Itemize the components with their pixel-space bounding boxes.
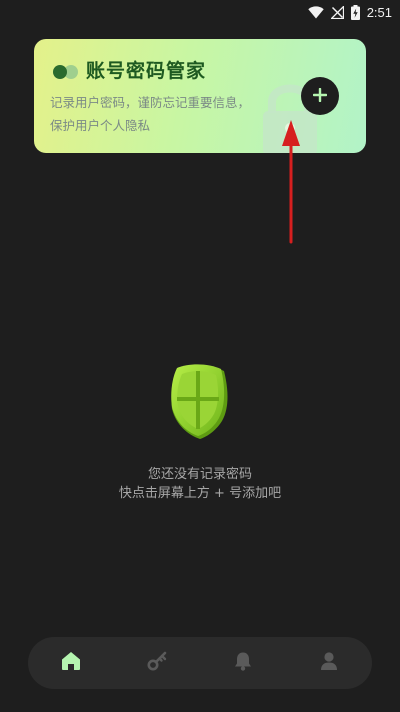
- plus-icon: [312, 87, 328, 105]
- bell-icon: [234, 651, 252, 675]
- header-card: 账号密码管家 记录用户密码，谨防忘记重要信息，保护用户个人隐私: [34, 39, 366, 153]
- bottom-nav: [28, 637, 372, 689]
- key-icon: [147, 651, 167, 675]
- status-time: 2:51: [366, 4, 392, 20]
- user-icon: [320, 651, 338, 675]
- status-bar: 2:51: [0, 0, 400, 24]
- nav-notifications[interactable]: [219, 639, 267, 687]
- shield-icon: [168, 363, 232, 445]
- battery-charging-icon: [350, 4, 360, 20]
- empty-state-line1: 您还没有记录密码: [147, 467, 252, 482]
- wifi-icon: [307, 5, 324, 19]
- annotation-arrow: [278, 118, 304, 250]
- signal-off-icon: [330, 5, 344, 19]
- nav-home[interactable]: [47, 639, 95, 687]
- nav-key[interactable]: [133, 639, 181, 687]
- toggle-icon: [51, 64, 79, 80]
- nav-profile[interactable]: [305, 639, 353, 687]
- add-password-button[interactable]: [301, 77, 339, 115]
- home-icon: [61, 651, 81, 675]
- card-title: 账号密码管家: [86, 60, 207, 82]
- empty-state-line2: 快点击屏幕上方 + 号添加吧: [118, 486, 282, 501]
- card-description: 记录用户密码，谨防忘记重要信息，保护用户个人隐私: [50, 95, 251, 133]
